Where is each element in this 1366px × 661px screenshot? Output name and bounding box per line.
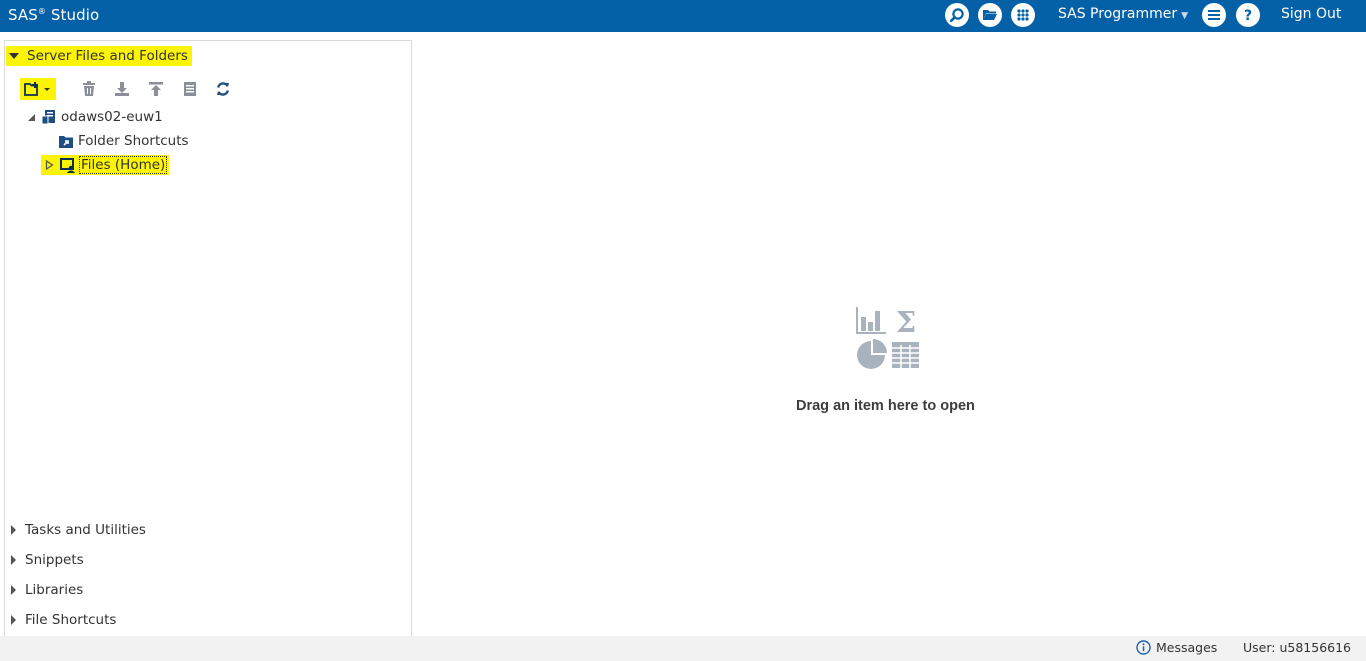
- app-title: SAS® Studio: [8, 6, 99, 24]
- drop-zone-icons: Σ: [855, 305, 925, 371]
- section-label: Server Files and Folders: [27, 48, 188, 64]
- tree-item-folder-shortcuts[interactable]: Folder Shortcuts: [58, 131, 189, 151]
- section-libraries[interactable]: Libraries: [11, 580, 83, 600]
- svg-text:?: ?: [1244, 8, 1252, 23]
- pie-chart-icon: [857, 339, 887, 369]
- apps-grid-icon[interactable]: [1011, 3, 1035, 27]
- section-label: Libraries: [25, 582, 84, 598]
- tree-item-label: Files (Home): [79, 156, 168, 174]
- section-label: File Shortcuts: [25, 612, 117, 628]
- status-bar: Messages User: u58156616: [0, 636, 1366, 661]
- table-icon: [892, 342, 919, 368]
- properties-icon[interactable]: [179, 78, 201, 100]
- section-file-shortcuts[interactable]: File Shortcuts: [11, 610, 116, 630]
- drop-zone-text: Drag an item here to open: [796, 398, 975, 414]
- svg-text:Σ: Σ: [896, 305, 917, 339]
- section-tasks-and-utilities[interactable]: Tasks and Utilities: [11, 520, 146, 540]
- collapsed-triangle-icon: [11, 525, 16, 535]
- open-folder-icon[interactable]: [978, 3, 1002, 27]
- expand-triangle-icon: [45, 160, 54, 170]
- delete-icon[interactable]: [78, 78, 100, 100]
- collapse-triangle-icon: [28, 113, 35, 121]
- server-icon: [41, 110, 55, 125]
- brand-name: SAS: [8, 6, 38, 24]
- tree-item-files-home[interactable]: Files (Home): [41, 155, 170, 175]
- menu-list-icon[interactable]: [1202, 3, 1226, 27]
- messages-button[interactable]: Messages: [1136, 640, 1217, 655]
- search-icon[interactable]: [945, 3, 969, 27]
- top-bar: SAS® Studio ? SAS Programmer ▼ Sign Out: [0, 0, 1366, 32]
- role-label: SAS Programmer: [1058, 6, 1178, 22]
- product-name: Studio: [50, 6, 100, 24]
- tree-item-label: Folder Shortcuts: [78, 133, 189, 149]
- section-label: Tasks and Utilities: [25, 522, 146, 538]
- section-snippets[interactable]: Snippets: [11, 550, 84, 570]
- server-files-section-header[interactable]: Server Files and Folders: [6, 46, 192, 66]
- help-icon[interactable]: ?: [1236, 3, 1260, 27]
- collapsed-triangle-icon: [11, 615, 16, 625]
- info-icon: [1136, 640, 1151, 655]
- expanded-triangle-icon: [9, 53, 19, 59]
- refresh-icon[interactable]: [212, 78, 234, 100]
- upload-icon[interactable]: [145, 78, 167, 100]
- section-label: Snippets: [25, 552, 84, 568]
- folder-shortcut-icon: [59, 135, 73, 148]
- server-label: odaws02-euw1: [61, 109, 163, 125]
- sigma-icon: Σ: [896, 305, 917, 339]
- bar-chart-icon: [856, 307, 886, 334]
- collapsed-triangle-icon: [11, 585, 16, 595]
- registered-mark: ®: [37, 7, 46, 16]
- chevron-down-icon: ▼: [1181, 11, 1189, 21]
- sign-out-link[interactable]: Sign Out: [1281, 6, 1341, 22]
- user-label: User: u58156616: [1243, 640, 1352, 655]
- collapsed-triangle-icon: [11, 555, 16, 565]
- role-selector[interactable]: SAS Programmer ▼: [1058, 6, 1188, 22]
- messages-label: Messages: [1156, 640, 1218, 655]
- home-folder-icon: [60, 157, 75, 173]
- navigation-pane: Server Files and Folders odaws02-euw1 Fo…: [4, 40, 412, 637]
- new-item-button[interactable]: [20, 78, 56, 100]
- download-icon[interactable]: [111, 78, 133, 100]
- server-node[interactable]: odaws02-euw1: [27, 107, 163, 127]
